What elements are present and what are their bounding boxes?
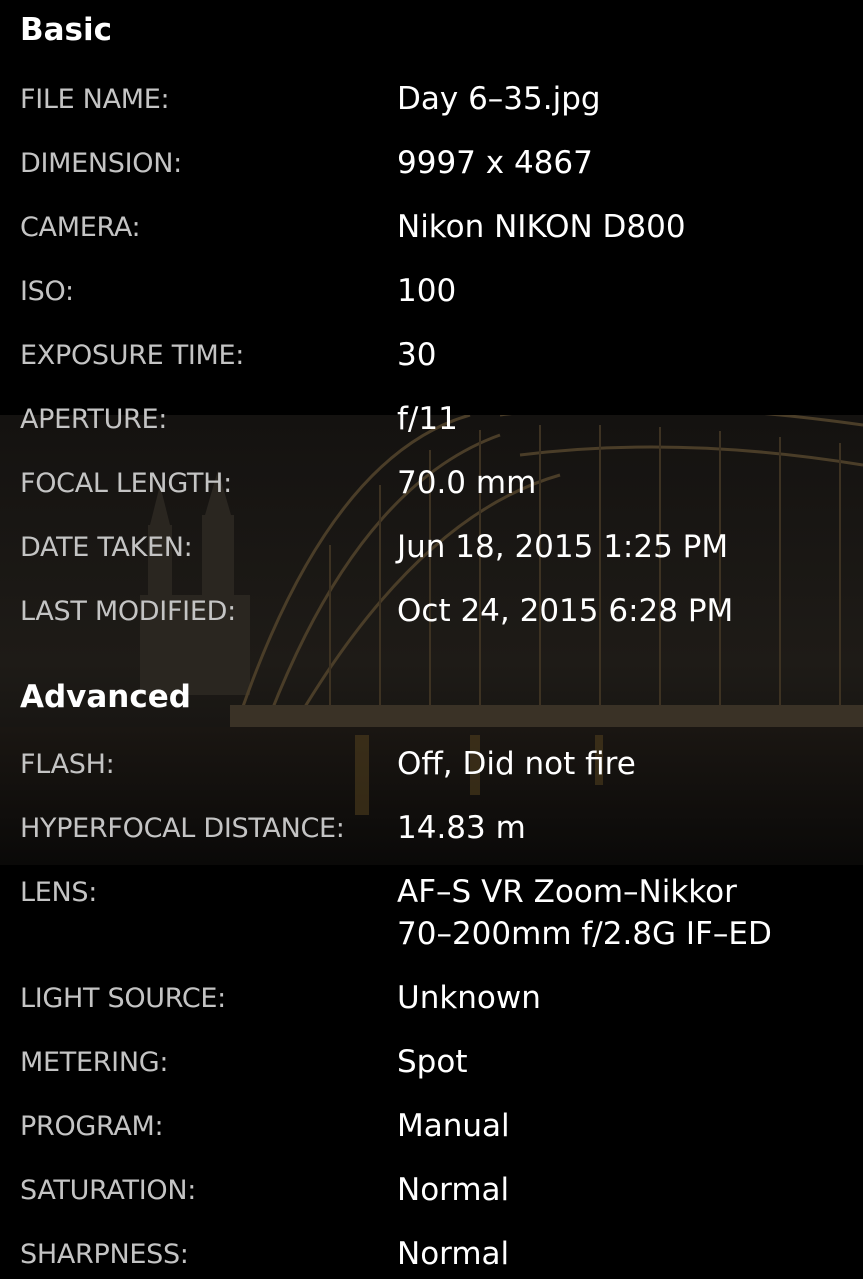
detail-value: 30	[397, 337, 437, 373]
detail-value: Manual	[397, 1108, 510, 1144]
detail-value: 9997 x 4867	[397, 145, 593, 181]
detail-value: Spot	[397, 1044, 468, 1080]
detail-label: APERTURE:	[20, 404, 168, 435]
detail-label: LAST MODIFIED:	[20, 596, 236, 627]
detail-label: EXPOSURE TIME:	[20, 340, 245, 371]
detail-value: Normal	[397, 1236, 510, 1272]
detail-label: DATE TAKEN:	[20, 532, 193, 563]
detail-label: FOCAL LENGTH:	[20, 468, 232, 499]
detail-value: Nikon NIKON D800	[397, 209, 686, 245]
detail-label: SHARPNESS:	[20, 1239, 189, 1270]
detail-label: ISO:	[20, 276, 74, 307]
detail-label: FLASH:	[20, 749, 115, 780]
detail-value: Oct 24, 2015 6:28 PM	[397, 593, 734, 629]
detail-value-line-2: 70–200mm f/2.8G IF–ED	[397, 916, 772, 952]
detail-value: 14.83 m	[397, 810, 526, 846]
detail-label: LIGHT SOURCE:	[20, 983, 226, 1014]
detail-label: FILE NAME:	[20, 84, 170, 115]
detail-value: 70.0 mm	[397, 465, 537, 501]
section-heading-basic: Basic	[20, 12, 113, 48]
photo-details-screen: Basic FILE NAME: Day 6–35.jpg DIMENSION:…	[0, 0, 863, 1279]
detail-label: CAMERA:	[20, 212, 141, 243]
detail-value: Normal	[397, 1172, 510, 1208]
detail-label: METERING:	[20, 1047, 169, 1078]
detail-label: SATURATION:	[20, 1175, 197, 1206]
detail-value: AF–S VR Zoom–Nikkor	[397, 874, 737, 910]
detail-value: Unknown	[397, 980, 541, 1016]
detail-value: Off, Did not fire	[397, 746, 636, 782]
detail-label: PROGRAM:	[20, 1111, 164, 1142]
detail-value: Jun 18, 2015 1:25 PM	[397, 529, 729, 565]
detail-value: f/11	[397, 401, 458, 437]
detail-label: DIMENSION:	[20, 148, 182, 179]
detail-value: 100	[397, 273, 457, 309]
section-heading-advanced: Advanced	[20, 679, 191, 715]
detail-label: HYPERFOCAL DISTANCE:	[20, 813, 345, 844]
detail-value: Day 6–35.jpg	[397, 81, 601, 117]
detail-label: LENS:	[20, 877, 98, 908]
